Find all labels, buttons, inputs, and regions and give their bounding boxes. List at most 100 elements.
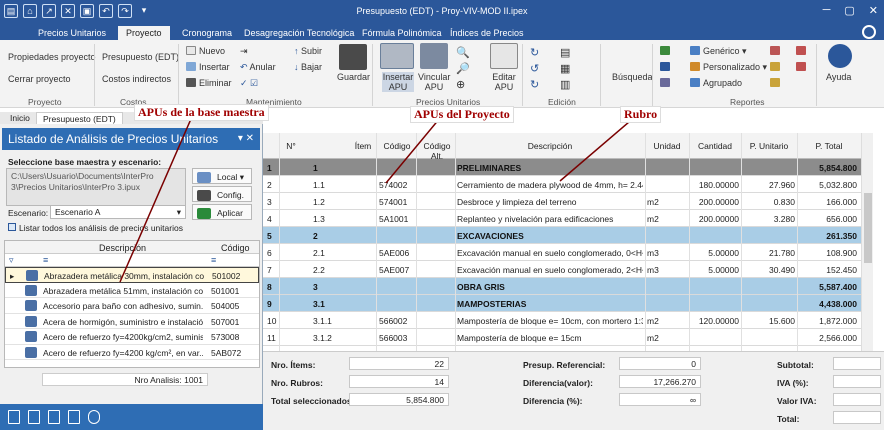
col-header-unidad[interactable]: Unidad (645, 141, 689, 151)
tab-proyecto[interactable]: Proyecto (118, 26, 170, 40)
table-row[interactable]: 4 1.3 5A1001 Replanteo y nivelación para ed… (263, 210, 861, 227)
add-doc-icon[interactable] (8, 410, 20, 424)
lock-icon[interactable]: ▤ (560, 46, 570, 59)
escenario-select[interactable]: Escenario A ▾ (50, 205, 186, 219)
trash-icon[interactable] (68, 410, 80, 424)
copy-doc-icon[interactable] (48, 410, 60, 424)
maximize-button[interactable]: ▢ (844, 4, 854, 17)
tab-desagregacion[interactable]: Desagregación Tecnológica (244, 26, 354, 40)
list-item[interactable]: Acero de refuerzo fy=4200kg/cm2, suminis… (5, 329, 259, 345)
rep-icon-3[interactable] (660, 78, 673, 88)
iva-pct-input[interactable] (833, 375, 881, 388)
ayuda-button[interactable]: Ayuda (826, 72, 851, 82)
tab-formula-polinomica[interactable]: Fórmula Polinómica (362, 26, 442, 40)
insertar-apu-icon[interactable] (380, 43, 414, 69)
tab-precios-unitarios[interactable]: Precios Unitarios (38, 26, 106, 40)
cut-icon[interactable]: ↻ (530, 46, 539, 59)
bajar-button[interactable]: ↓ Bajar (294, 62, 322, 72)
rep-icon-1[interactable] (660, 46, 673, 56)
rep-icon-4[interactable] (770, 46, 783, 56)
nuevo-button[interactable]: Nuevo (186, 46, 225, 56)
table-row[interactable]: 6 2.1 5AE006 Excavación manual en suelo con… (263, 244, 861, 261)
group-row[interactable]: 1 1 PRELIMINARES 5,854.800 (263, 159, 861, 176)
config-button[interactable]: Config. (192, 186, 252, 202)
tab-inicio[interactable]: Inicio (4, 112, 36, 124)
col-header-descripcion[interactable]: Descripción (99, 243, 146, 253)
tab-indices-precios[interactable]: Índices de Precios (450, 26, 524, 40)
zoom-in-icon[interactable]: 🔍 (456, 46, 470, 59)
refresh-icon[interactable]: ↺ (530, 62, 539, 75)
list-item[interactable]: Abrazadera metálica 51mm, instalación co… (5, 283, 259, 298)
agrupado-button[interactable]: Agrupado (690, 78, 742, 88)
rep-icon-8[interactable] (796, 62, 809, 72)
close-button[interactable]: ✕ (869, 4, 878, 17)
generico-button[interactable]: Genérico ▾ (690, 46, 747, 57)
filter-code-icon[interactable]: ≡ (211, 255, 216, 265)
edit-doc-icon[interactable] (28, 410, 40, 424)
copy-icon[interactable]: ▦ (560, 62, 570, 75)
anular-button[interactable]: ↶ Anular (240, 62, 276, 73)
group-row[interactable]: 9 3.1 MAMPOSTERIAS 4,438.000 (263, 295, 861, 312)
list-item[interactable]: Accesorio para baño con adhesivo, sumin.… (5, 298, 259, 314)
group-row[interactable]: 8 3 OBRA GRIS 5,587.400 (263, 278, 861, 295)
guardar-label[interactable]: Guardar (337, 72, 370, 82)
subir-button[interactable]: ↑ Subir (294, 46, 322, 56)
col-header-n[interactable]: N° (281, 141, 301, 151)
col-header-descripcion[interactable]: Descripción (455, 141, 645, 151)
col-header-codigo[interactable]: Código (221, 243, 250, 253)
presupuesto-edt-button[interactable]: Presupuesto (EDT) (102, 52, 179, 62)
scroll-thumb[interactable] (864, 193, 872, 263)
list-item[interactable]: Acera de hormigón, suministro e instalac… (5, 314, 259, 329)
vincular-apu-icon[interactable] (420, 43, 448, 69)
local-button[interactable]: Local ▾ (192, 168, 252, 184)
list-item[interactable]: Acero de refuerzo fy=4200 kg/cm², en var… (5, 345, 259, 360)
listar-checkbox[interactable]: Listar todos los análisis de precios uni… (8, 223, 183, 233)
rep-icon-5[interactable] (770, 62, 783, 72)
check-button[interactable]: ✓ ☑ (240, 78, 258, 89)
zoom-out-icon[interactable]: 🔎 (456, 62, 470, 75)
vertical-scrollbar[interactable] (861, 133, 873, 351)
table-row[interactable]: 7 2.2 5AE007 Excavación manual en suelo con… (263, 261, 861, 278)
help-icon[interactable] (862, 25, 876, 39)
table-row[interactable]: 10 3.1.1 566002 Mampostería de bloque e= 10… (263, 312, 861, 329)
editar-apu-icon[interactable] (490, 43, 518, 69)
refresh-icon[interactable] (88, 410, 100, 424)
cerrar-proyecto-button[interactable]: Cerrar proyecto (8, 74, 71, 84)
filter-desc-icon[interactable]: ≡ (43, 255, 48, 265)
eliminar-button[interactable]: Eliminar (186, 78, 232, 88)
table-row[interactable]: 11 3.1.2 566003 Mampostería de bloque e= 15… (263, 329, 861, 346)
group-row[interactable]: 5 2 EXCAVACIONES 261.350 (263, 227, 861, 244)
editar-apu-button[interactable]: Editar APU (489, 72, 519, 92)
col-header-p-total[interactable]: P. Total (797, 141, 861, 151)
costos-indirectos-button[interactable]: Costos indirectos (102, 74, 171, 84)
pin-icon[interactable]: ▾ ✕ (238, 133, 254, 144)
paste-icon[interactable]: ▥ (560, 78, 570, 91)
first-icon[interactable]: ⇥ (240, 46, 248, 57)
table-row[interactable]: 3 1.2 574001 Desbroce y limpieza del terren… (263, 193, 861, 210)
propiedades-proyecto-button[interactable]: Propiedades proyecto (8, 52, 96, 62)
presup-input[interactable]: 0 (619, 357, 701, 370)
rep-icon-2[interactable] (660, 62, 673, 72)
rep-icon-6[interactable] (770, 78, 783, 88)
col-header-codigo[interactable]: Código (377, 141, 417, 151)
list-item[interactable]: ▸ Abrazadera metálica 30mm, instalación c… (5, 267, 259, 283)
insertar-button[interactable]: Insertar (186, 62, 230, 72)
minimize-button[interactable]: ─ (823, 4, 831, 17)
filter-icon[interactable]: ▿ (9, 255, 14, 266)
vincular-apu-button[interactable]: Vincular APU (418, 72, 450, 92)
insertar-apu-button[interactable]: Insertar APU (382, 72, 414, 92)
col-header-codigo-alt[interactable]: Código Alt. (417, 141, 457, 161)
redo-edit-icon[interactable]: ↻ (530, 78, 539, 91)
path-field[interactable]: C:\Users\Usuario\Documents\InterPro 3\Pr… (6, 168, 186, 206)
save-disk-icon[interactable] (339, 44, 367, 70)
col-header-cantidad[interactable]: Cantidad (689, 141, 741, 151)
col-header-p-unitario[interactable]: P. Unitario (741, 141, 797, 151)
tab-cronograma[interactable]: Cronograma (182, 26, 232, 40)
personalizado-button[interactable]: Personalizado ▾ (690, 62, 767, 73)
ayuda-icon[interactable] (828, 44, 852, 68)
tab-presupuesto-edt[interactable]: Presupuesto (EDT) (36, 112, 123, 124)
rep-icon-7[interactable] (796, 46, 809, 56)
zoom-fit-icon[interactable]: ⊕ (456, 78, 465, 91)
table-row[interactable]: 2 1.1 574002 Cerramiento de madera plywood … (263, 176, 861, 193)
busqueda-button[interactable]: Búsqueda (612, 72, 653, 82)
